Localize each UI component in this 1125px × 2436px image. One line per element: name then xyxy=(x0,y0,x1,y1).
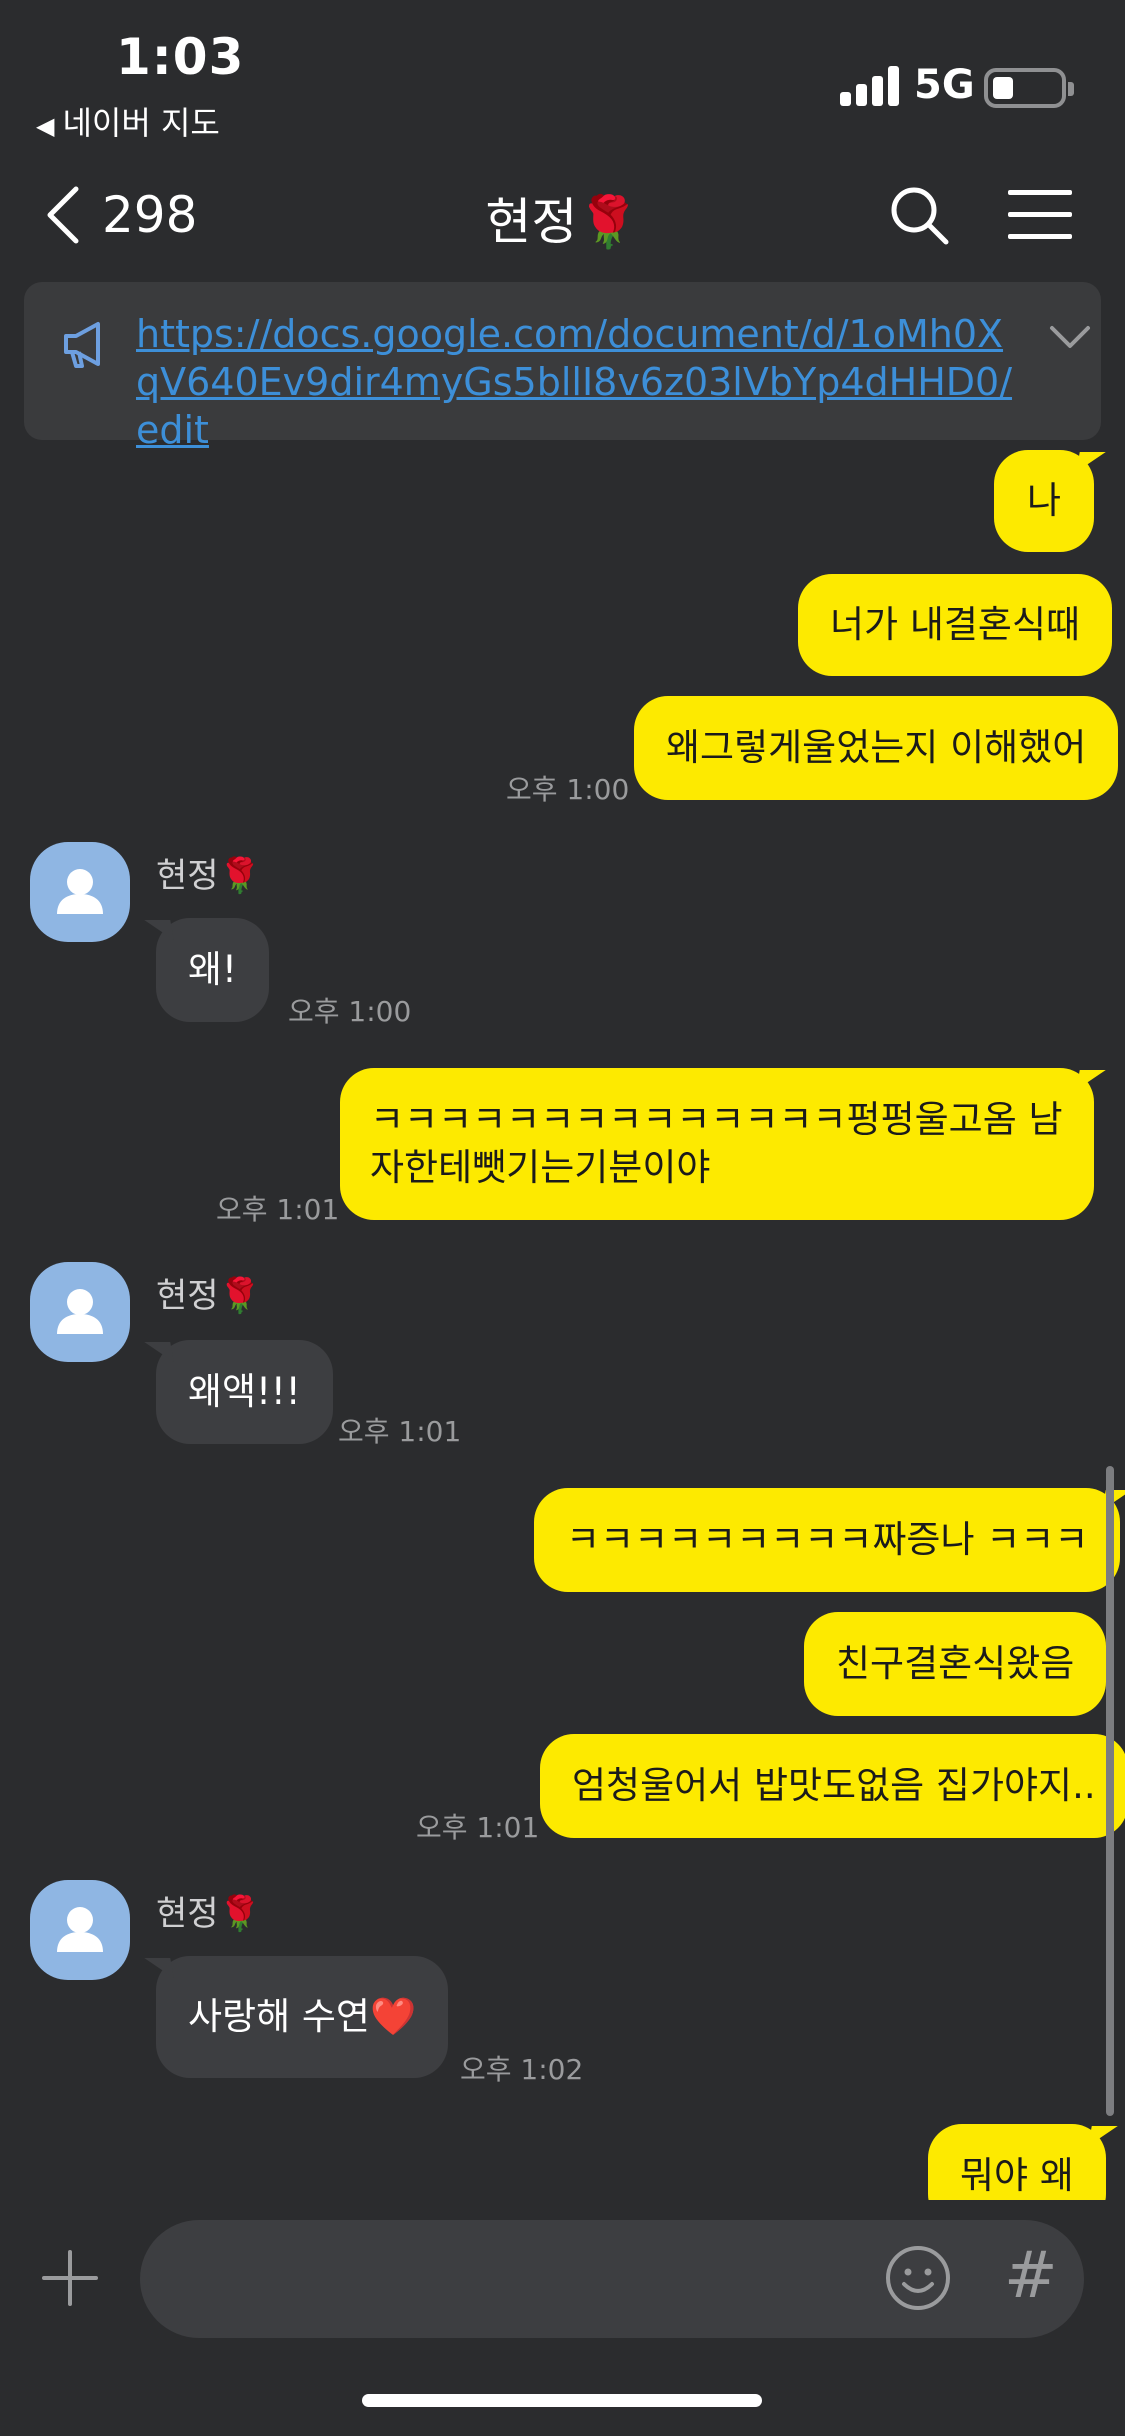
avatar[interactable] xyxy=(30,1880,130,1980)
megaphone-icon xyxy=(64,322,100,368)
back-app-label: 네이버 지도 xyxy=(62,104,220,142)
home-indicator[interactable] xyxy=(362,2394,762,2407)
message-time: 오후 1:01 xyxy=(416,1811,540,1844)
their-message[interactable]: 사랑해 수연❤️ xyxy=(156,1956,449,2078)
battery-icon xyxy=(984,68,1074,108)
emoji-icon[interactable] xyxy=(884,2244,952,2312)
their-message[interactable]: 왜! xyxy=(156,918,269,1022)
scrollbar-thumb[interactable] xyxy=(1106,1466,1114,2116)
my-message[interactable]: 친구결혼식왔음 xyxy=(804,1612,1107,1716)
their-message[interactable]: 왜액!!! xyxy=(156,1340,333,1444)
my-message[interactable]: ㅋㅋㅋㅋㅋㅋㅋㅋㅋㅋㅋㅋㅋㅋ펑펑울고옴 남자한테뺏기는기분이야 xyxy=(340,1068,1094,1220)
chat-header: 298 현정🌹 xyxy=(0,160,1125,270)
message-time: 오후 1:00 xyxy=(506,773,630,806)
chevron-down-icon[interactable] xyxy=(1046,318,1094,358)
back-triangle-icon: ◀ xyxy=(36,112,55,140)
back-to-app-link[interactable]: ◀ 네이버 지도 xyxy=(36,98,220,144)
notice-banner[interactable]: https://docs.google.com/document/d/1oMh0… xyxy=(24,282,1101,452)
menu-icon[interactable] xyxy=(1008,190,1072,240)
my-message[interactable]: 나 xyxy=(994,450,1094,552)
message-time: 오후 1:02 xyxy=(460,2053,584,2086)
sender-name: 현정🌹 xyxy=(156,856,261,896)
my-message[interactable]: 왜그렇게울었는지 이해했어 xyxy=(634,696,1119,800)
notice-link[interactable]: https://docs.google.com/document/d/1oMh0… xyxy=(136,310,1016,454)
default-profile-icon xyxy=(57,1289,103,1334)
hashtag-search-button[interactable]: # xyxy=(1004,2236,1058,2316)
message-time: 오후 1:00 xyxy=(288,995,412,1028)
avatar[interactable] xyxy=(30,842,130,942)
network-label: 5G xyxy=(914,62,975,108)
my-message[interactable]: 엄청울어서 밥맛도없음 집가야지.. xyxy=(540,1734,1125,1838)
message-time: 오후 1:01 xyxy=(338,1415,462,1448)
status-time: 1:03 xyxy=(116,28,245,86)
sender-name: 현정🌹 xyxy=(156,1276,261,1316)
cellular-signal-icon xyxy=(840,66,900,106)
default-profile-icon xyxy=(57,869,103,914)
plus-icon[interactable] xyxy=(40,2248,100,2308)
my-message[interactable]: 너가 내결혼식때 xyxy=(798,574,1113,676)
default-profile-icon xyxy=(57,1907,103,1952)
message-time: 오후 1:01 xyxy=(216,1193,340,1226)
avatar[interactable] xyxy=(30,1262,130,1362)
my-message[interactable]: ㅋㅋㅋㅋㅋㅋㅋㅋㅋ짜증나 ㅋㅋㅋ xyxy=(534,1488,1121,1592)
sender-name: 현정🌹 xyxy=(156,1894,261,1934)
status-bar: 1:03 ◀ 네이버 지도 5G xyxy=(0,0,1125,150)
chat-room-title: 현정🌹 xyxy=(485,193,640,251)
search-icon[interactable] xyxy=(888,184,950,246)
